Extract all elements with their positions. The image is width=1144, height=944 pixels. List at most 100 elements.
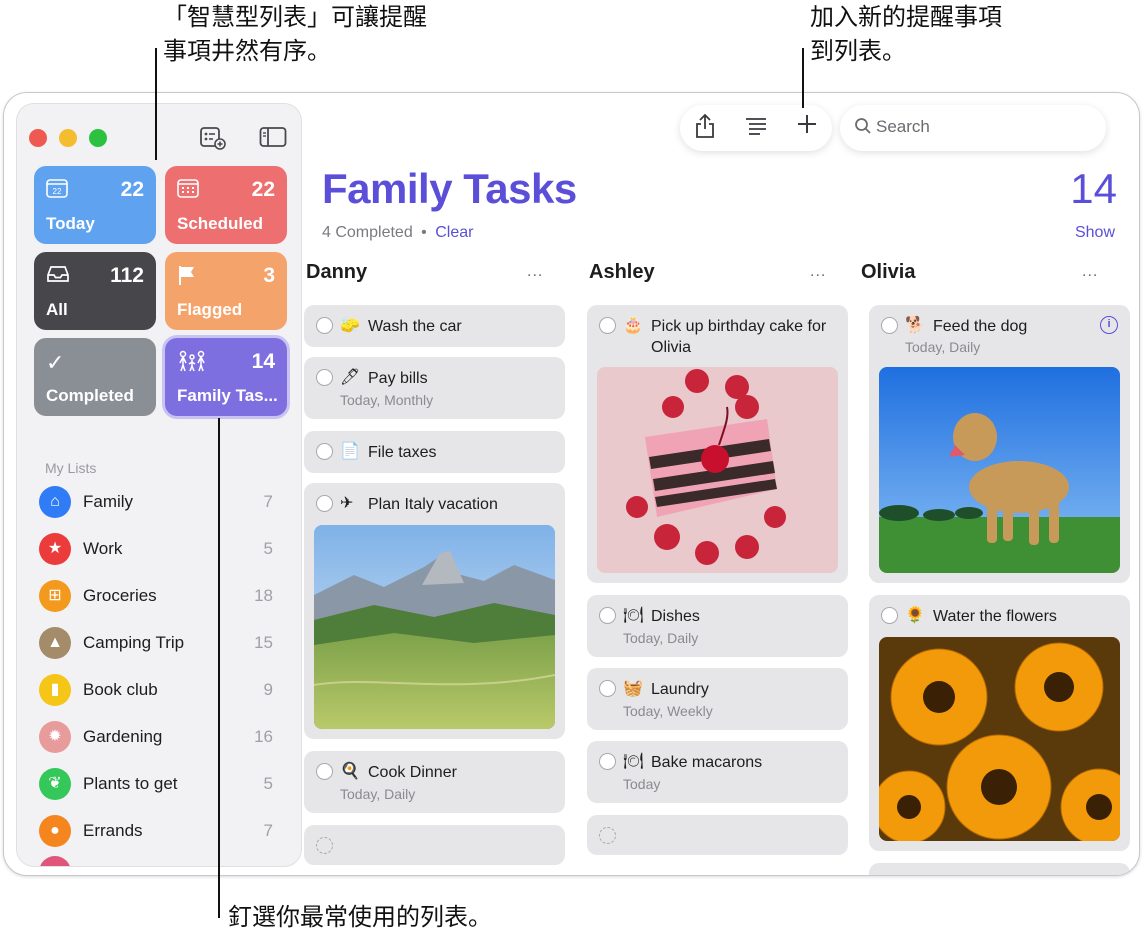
new-reminder-checkbox[interactable] — [599, 827, 616, 844]
house-icon: ⌂ — [39, 486, 71, 518]
add-reminder-button[interactable] — [792, 113, 822, 143]
reminder-card[interactable]: 🍽 Bake macarons Today — [587, 741, 848, 803]
birthday-cake-image — [597, 367, 838, 573]
reminder-title: Cook Dinner — [368, 764, 457, 781]
dog-icon: 🐕 — [905, 317, 925, 334]
sidebar: 22 22 Today 22 Scheduled 112 All 3 Flagg… — [16, 103, 302, 867]
reminder-checkbox[interactable] — [316, 369, 333, 386]
list-total-count: 14 — [1070, 165, 1117, 212]
reminder-due: Today, Daily — [340, 786, 416, 802]
zoom-window-button[interactable] — [89, 129, 107, 147]
smart-list-label: Completed — [46, 386, 134, 405]
show-completed-button[interactable]: Show — [1075, 224, 1115, 242]
share-icon — [696, 113, 714, 138]
annotation-leader-line — [802, 48, 804, 108]
new-list-icon[interactable] — [199, 126, 227, 156]
column-more-button[interactable]: ... — [1082, 263, 1098, 281]
reminder-card[interactable]: 🐕 Feed the dog Today, Daily i — [869, 305, 1130, 583]
sidebar-toggle-icon[interactable] — [259, 126, 287, 154]
list-name: Groceries — [83, 586, 157, 605]
smart-list-flagged[interactable]: 3 Flagged — [165, 252, 287, 330]
reminder-checkbox[interactable] — [599, 317, 616, 334]
list-count: 7 — [263, 492, 273, 511]
new-reminder-placeholder[interactable] — [304, 825, 565, 865]
smart-list-scheduled[interactable]: 22 Scheduled — [165, 166, 287, 244]
smart-list-today[interactable]: 22 22 Today — [34, 166, 156, 244]
list-groceries[interactable]: ⊞ Groceries 18 — [37, 576, 281, 616]
plus-icon — [798, 115, 816, 133]
smart-list-count: 22 — [251, 178, 275, 201]
toolbar-group — [680, 105, 832, 151]
reminder-title: File taxes — [368, 444, 437, 461]
reminder-checkbox[interactable] — [316, 495, 333, 512]
list-name: Camping Trip — [83, 633, 185, 652]
column-more-button[interactable]: ... — [527, 263, 543, 281]
list-camping-trip[interactable]: ▲ Camping Trip 15 — [37, 623, 281, 663]
reminder-checkbox[interactable] — [599, 607, 616, 624]
smart-list-family-tasks[interactable]: 14 Family Tas... — [165, 338, 287, 416]
reminder-card[interactable]: 🍽 Dishes Today, Daily — [587, 595, 848, 657]
annotation-add-reminder: 加入新的提醒事項 到列表。 — [810, 3, 1002, 65]
reminder-card[interactable]: 🍳 Cook Dinner Today, Daily — [304, 751, 565, 813]
my-lists-heading: My Lists — [45, 460, 97, 476]
list-work[interactable]: ★ Work 5 — [37, 529, 281, 569]
list-name: Plants to get — [83, 774, 178, 793]
flowers-image — [879, 637, 1120, 841]
reminders-window: 22 22 Today 22 Scheduled 112 All 3 Flagg… — [3, 92, 1140, 876]
column-more-button[interactable]: ... — [810, 263, 826, 281]
reminder-card[interactable]: 🎂 Pick up birthday cake for Olivia — [587, 305, 848, 583]
info-icon[interactable]: i — [1100, 316, 1118, 334]
completed-summary: 4 Completed • Clear — [322, 224, 473, 242]
completed-count-text: 4 Completed — [322, 224, 413, 241]
list-count: 7 — [263, 821, 273, 840]
search-field[interactable] — [840, 105, 1106, 151]
smart-list-label: Flagged — [177, 300, 243, 319]
reminder-title: Dishes — [651, 608, 700, 625]
smart-list-label: Scheduled — [177, 214, 263, 233]
list-count: 15 — [254, 633, 273, 652]
reminder-title: Wash the car — [368, 318, 462, 335]
annotation-leader-line — [218, 418, 220, 918]
reminder-checkbox[interactable] — [599, 680, 616, 697]
share-button[interactable] — [690, 113, 720, 143]
list-book-club[interactable]: ▮ Book club 9 — [37, 670, 281, 710]
list-plants-to-get[interactable]: ❦ Plants to get 5 — [37, 764, 281, 804]
reminder-checkbox[interactable] — [316, 763, 333, 780]
list-family[interactable]: ⌂ Family 7 — [37, 482, 281, 522]
reminder-title: Plan Italy vacation — [368, 496, 498, 513]
view-options-button[interactable] — [741, 113, 771, 143]
list-count: 9 — [263, 680, 273, 699]
reminder-card[interactable]: 🧽 Wash the car — [304, 305, 565, 347]
minimize-window-button[interactable] — [59, 129, 77, 147]
new-reminder-checkbox[interactable] — [316, 837, 333, 854]
dog-image — [879, 367, 1120, 573]
reminder-checkbox[interactable] — [881, 607, 898, 624]
reminder-checkbox[interactable] — [316, 317, 333, 334]
smart-list-all[interactable]: 112 All — [34, 252, 156, 330]
list-name: Book club — [83, 680, 158, 699]
annotation-leader-line — [155, 48, 157, 160]
new-reminder-placeholder[interactable] — [587, 815, 848, 855]
tent-icon: ▲ — [39, 627, 71, 659]
smart-list-completed[interactable]: ✓ Completed — [34, 338, 156, 416]
reminder-card[interactable]: ✈ Plan Italy vacation — [304, 483, 565, 739]
list-errands[interactable]: ● Errands 7 — [37, 811, 281, 851]
pen-icon: 🖊 — [340, 369, 361, 386]
reminder-title: Pay bills — [368, 370, 428, 387]
reminder-card-partial[interactable] — [869, 863, 1130, 875]
reminder-checkbox[interactable] — [881, 317, 898, 334]
search-input[interactable] — [876, 117, 1086, 137]
list-gardening[interactable]: ✹ Gardening 16 — [37, 717, 281, 757]
reminder-card[interactable]: 📄 File taxes — [304, 431, 565, 473]
list-name: Errands — [83, 821, 143, 840]
reminder-card[interactable]: 🧺 Laundry Today, Weekly — [587, 668, 848, 730]
smart-list-label: Today — [46, 214, 95, 233]
reminder-checkbox[interactable] — [316, 443, 333, 460]
reminder-card[interactable]: 🖊 Pay bills Today, Monthly — [304, 357, 565, 419]
cook-icon: 🍳 — [340, 763, 360, 780]
close-window-button[interactable] — [29, 129, 47, 147]
reminder-card[interactable]: 🌻 Water the flowers — [869, 595, 1130, 851]
clear-completed-button[interactable]: Clear — [435, 224, 473, 241]
smart-list-count: 22 — [120, 178, 144, 201]
reminder-checkbox[interactable] — [599, 753, 616, 770]
